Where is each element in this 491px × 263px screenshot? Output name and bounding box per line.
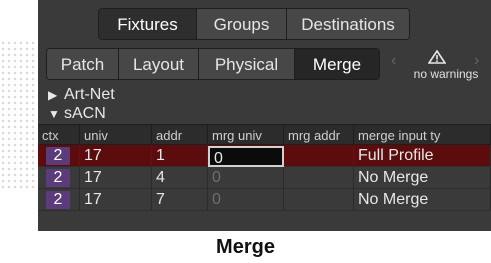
figure-caption: Merge	[216, 236, 275, 258]
tree-item-sacn[interactable]: ▼ sACN	[48, 105, 106, 123]
ctx-badge: 2	[46, 169, 70, 187]
tab-patch[interactable]: Patch	[47, 49, 119, 79]
univ-cell: 17	[80, 145, 152, 166]
tree-item-artnet[interactable]: ▶ Art-Net	[48, 86, 115, 104]
expand-arrow-icon[interactable]: ▶	[48, 88, 64, 102]
tree-label: sACN	[64, 105, 106, 122]
warnings-status: no warnings	[413, 67, 479, 81]
collapse-arrow-icon[interactable]: ▼	[48, 107, 64, 121]
mrg-addr-cell[interactable]	[284, 145, 354, 166]
column-header-mrg-univ[interactable]: mrg univ	[208, 125, 284, 144]
mrg-addr-cell[interactable]	[284, 189, 354, 210]
tab-physical[interactable]: Physical	[199, 49, 295, 79]
mrg-univ-edit-field[interactable]: 0	[208, 146, 284, 167]
table-row[interactable]: 2 17 7 0 No Merge	[38, 189, 491, 211]
merge-input-type-cell[interactable]: Full Profile	[354, 145, 491, 166]
ctx-badge: 2	[46, 191, 70, 209]
merge-input-type-cell[interactable]: No Merge	[354, 167, 491, 188]
ctx-cell: 2	[38, 189, 80, 210]
addr-cell: 4	[152, 167, 208, 188]
table-row[interactable]: 2 17 4 0 No Merge	[38, 167, 491, 189]
tab-groups[interactable]: Groups	[197, 9, 287, 39]
column-header-mrg-addr[interactable]: mrg addr	[284, 125, 354, 144]
ctx-badge: 2	[46, 147, 70, 165]
merge-input-type-cell[interactable]: No Merge	[354, 189, 491, 210]
mrg-univ-cell[interactable]: 0	[208, 189, 284, 210]
merge-table: ctx univ addr mrg univ mrg addr merge in…	[38, 124, 491, 211]
sub-tab-bar: Patch Layout Physical Merge	[46, 48, 380, 80]
ctx-cell: 2	[38, 167, 80, 188]
tab-merge[interactable]: Merge	[295, 49, 379, 79]
addr-cell: 1	[152, 145, 208, 166]
ctx-cell: 2	[38, 145, 80, 166]
univ-cell: 17	[80, 189, 152, 210]
univ-cell: 17	[80, 167, 152, 188]
addr-cell: 7	[152, 189, 208, 210]
column-header-merge-input-type[interactable]: merge input ty	[354, 125, 491, 144]
tab-fixtures[interactable]: Fixtures	[99, 9, 197, 39]
warning-triangle-icon	[428, 50, 446, 64]
table-header: ctx univ addr mrg univ mrg addr merge in…	[38, 124, 491, 145]
top-tab-bar: Fixtures Groups Destinations	[98, 8, 410, 40]
column-header-addr[interactable]: addr	[152, 125, 208, 144]
mrg-addr-cell[interactable]	[284, 167, 354, 188]
mrg-univ-cell[interactable]: 0	[208, 167, 284, 188]
dotted-background	[0, 40, 40, 190]
app-panel: Fixtures Groups Destinations Patch Layou…	[38, 0, 491, 231]
tab-layout[interactable]: Layout	[119, 49, 199, 79]
tab-destinations[interactable]: Destinations	[287, 9, 409, 39]
column-header-ctx[interactable]: ctx	[38, 125, 80, 144]
tree-label: Art-Net	[64, 86, 115, 103]
table-row[interactable]: 2 17 1 0 Full Profile	[38, 145, 491, 167]
column-header-univ[interactable]: univ	[80, 125, 152, 144]
